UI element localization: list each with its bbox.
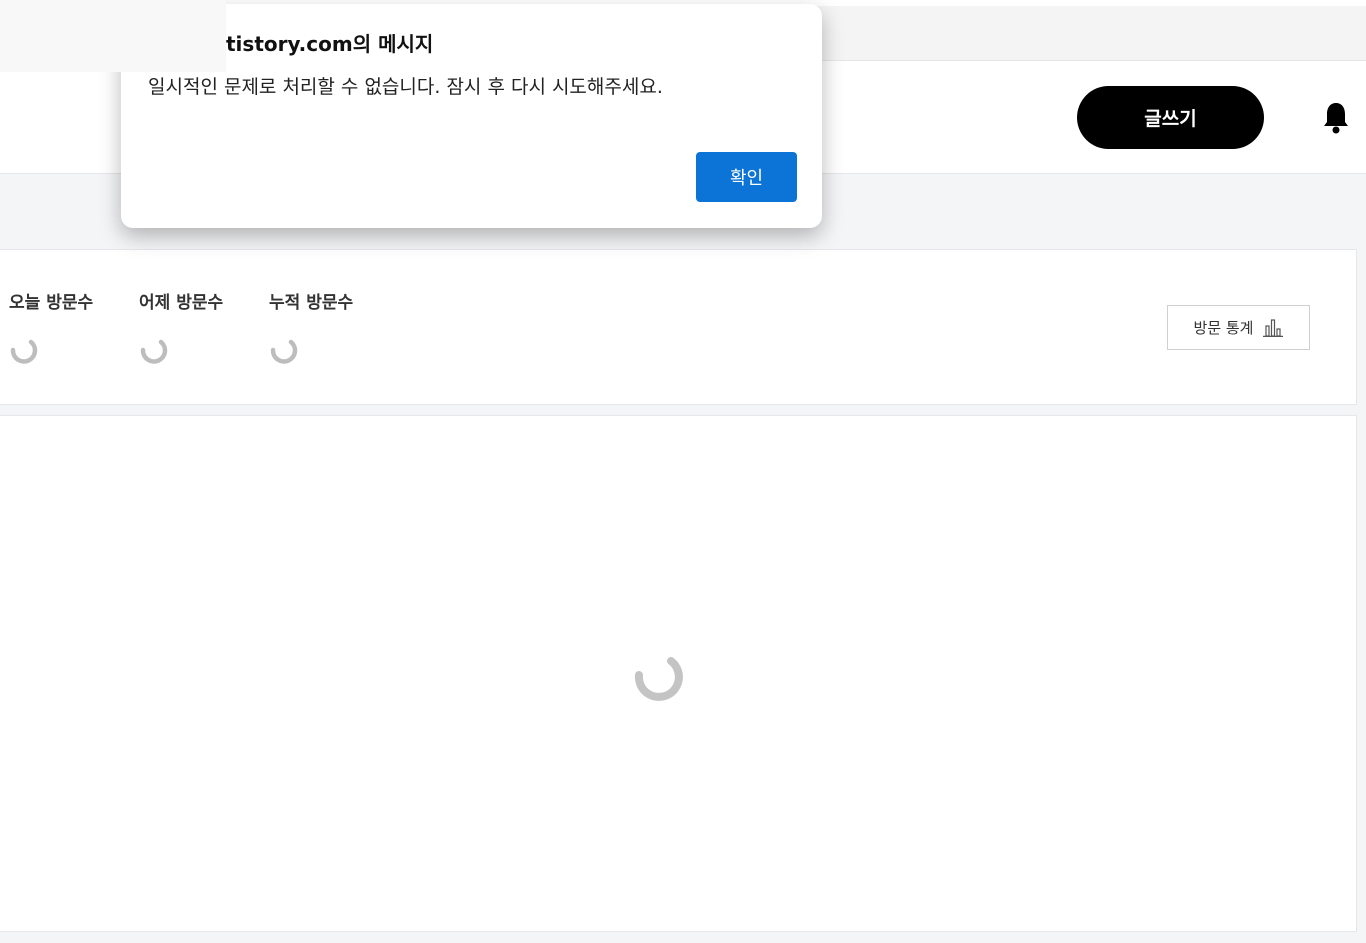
bell-icon[interactable] <box>1320 100 1352 136</box>
visitor-chart-card <box>0 415 1357 932</box>
dialog-title: tistory.com의 메시지 <box>226 32 434 56</box>
stat-label-yesterday: 어제 방문수 <box>139 293 224 313</box>
stat-label-today: 오늘 방문수 <box>9 293 94 313</box>
loading-spinner-icon <box>634 657 683 701</box>
loading-spinner-icon <box>270 339 298 364</box>
dialog-ok-button[interactable]: 확인 <box>696 152 797 202</box>
dialog-message: 일시적인 문제로 처리할 수 없습니다. 잠시 후 다시 시도해주세요. <box>148 76 663 98</box>
bar-chart-icon <box>1263 318 1284 337</box>
loading-spinner-icon <box>140 339 168 364</box>
write-post-button[interactable]: 글쓰기 <box>1077 86 1264 149</box>
visit-stats-button[interactable]: 방문 통계 <box>1167 305 1310 350</box>
stat-today: 오늘 방문수 <box>9 288 94 364</box>
stat-total: 누적 방문수 <box>269 288 354 364</box>
visit-stats-button-label: 방문 통계 <box>1193 319 1254 337</box>
loading-spinner-icon <box>10 339 38 364</box>
stat-yesterday: 어제 방문수 <box>139 288 224 364</box>
stat-label-total: 누적 방문수 <box>269 293 354 313</box>
dialog-title-mask <box>0 0 226 72</box>
visitor-stats-card: 오늘 방문수 어제 방문수 누적 방문수 방문 통계 <box>0 249 1357 405</box>
